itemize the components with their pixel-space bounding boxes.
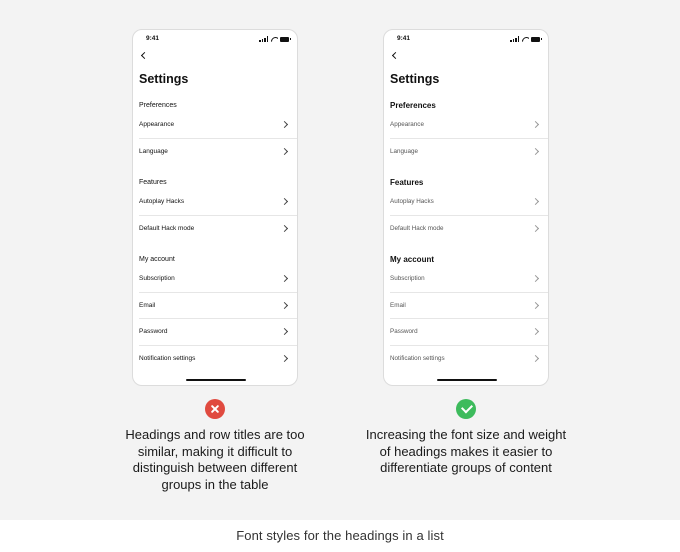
row-label: Appearance: [390, 121, 424, 128]
chevron-right-icon: [533, 225, 540, 232]
home-indicator: [437, 378, 497, 381]
home-indicator: [186, 378, 246, 381]
chevron-right-icon: [533, 355, 540, 362]
section-heading-my-account: My account: [390, 255, 435, 264]
section-heading-features: Features: [139, 179, 167, 186]
good-example-description: Increasing the font size and weight of h…: [362, 427, 570, 477]
description-line: Headings and row titles are too: [125, 427, 305, 442]
status-bar: 9:41: [384, 35, 548, 45]
list-item-password[interactable]: Password: [390, 319, 548, 346]
list-item-notification-settings[interactable]: Notification settings: [139, 346, 297, 373]
page-title: Settings: [390, 72, 440, 86]
list-item-default-hack-mode[interactable]: Default Hack mode: [139, 216, 297, 243]
row-label: Appearance: [139, 121, 175, 128]
row-label: Language: [390, 147, 419, 155]
chevron-right-icon: [282, 275, 289, 282]
section-heading-preferences: Preferences: [390, 101, 436, 110]
chevron-right-icon: [282, 148, 289, 155]
signal-icon: [259, 36, 269, 42]
row-label: Language: [139, 147, 168, 155]
battery-icon: [531, 36, 542, 42]
row-label: Default Hack mode: [139, 224, 195, 232]
list-item-email[interactable]: Email: [390, 293, 548, 319]
list-item-subscription[interactable]: Subscription: [139, 266, 297, 293]
list-item-autoplay-hacks[interactable]: Autoplay Hacks: [390, 189, 548, 216]
description-line: groups in the table: [161, 476, 269, 492]
status-icons: [510, 36, 542, 42]
chevron-right-icon: [282, 355, 289, 362]
list-item-default-hack-mode[interactable]: Default Hack mode: [390, 216, 548, 243]
row-label: Autoplay Hacks: [390, 198, 434, 205]
list-item-subscription[interactable]: Subscription: [390, 266, 548, 293]
phone-mockup-bad: 9:41 Settings Preferences Appearance Lan…: [132, 29, 298, 386]
back-chevron-icon[interactable]: [140, 52, 148, 60]
list-item-notification-settings[interactable]: Notification settings: [390, 346, 548, 373]
chevron-right-icon: [282, 328, 289, 335]
section-heading-preferences: Preferences: [139, 102, 177, 109]
bad-example-description: Headings and row titles are too similar,…: [115, 427, 315, 493]
status-time: 9:41: [397, 35, 411, 42]
status-icons: [259, 36, 291, 42]
check-icon: [456, 399, 476, 419]
chevron-right-icon: [282, 225, 289, 232]
chevron-right-icon: [282, 302, 289, 309]
chevron-right-icon: [533, 275, 540, 282]
chevron-right-icon: [533, 121, 540, 128]
row-label: Subscription: [390, 275, 425, 282]
chevron-right-icon: [282, 121, 289, 128]
row-label: Password: [139, 328, 168, 335]
list-item-autoplay-hacks[interactable]: Autoplay Hacks: [139, 189, 297, 216]
settings-list: Preferences Appearance Language Features…: [133, 100, 297, 373]
list-item-appearance[interactable]: Appearance: [390, 112, 548, 139]
description-line: Increasing the font size and weight: [365, 427, 567, 442]
section-heading-features: Features: [390, 178, 424, 187]
illustration-canvas: 9:41 Settings Preferences Appearance Lan…: [0, 0, 680, 520]
description-line: differentiate groups of content: [380, 460, 552, 475]
row-label: Password: [390, 328, 418, 335]
status-bar: 9:41: [133, 35, 297, 45]
list-item-language[interactable]: Language: [139, 139, 297, 166]
list-item-language[interactable]: Language: [390, 139, 548, 166]
row-label: Notification settings: [390, 354, 445, 362]
row-label: Notification settings: [139, 354, 196, 362]
chevron-right-icon: [533, 302, 540, 309]
cross-icon: [205, 399, 225, 419]
page-title: Settings: [139, 72, 189, 86]
description-line: of headings makes it easier to: [379, 443, 553, 459]
back-chevron-icon[interactable]: [391, 52, 399, 60]
chevron-right-icon: [533, 198, 540, 205]
wifi-icon: [522, 36, 529, 42]
list-item-email[interactable]: Email: [139, 293, 297, 319]
description-line: distinguish between different: [132, 460, 298, 475]
description-line: similar, making it difficult to: [137, 443, 293, 459]
row-label: Email: [390, 301, 406, 309]
list-item-password[interactable]: Password: [139, 319, 297, 346]
signal-icon: [510, 36, 520, 42]
row-label: Subscription: [139, 275, 175, 282]
phone-mockup-good: 9:41 Settings Preferences Appearance Lan…: [383, 29, 549, 386]
wifi-icon: [271, 36, 278, 42]
chevron-right-icon: [533, 328, 540, 335]
battery-icon: [280, 36, 291, 42]
row-label: Default Hack mode: [390, 224, 444, 232]
row-label: Email: [139, 301, 156, 309]
settings-list: Preferences Appearance Language Features…: [384, 100, 548, 373]
chevron-right-icon: [282, 198, 289, 205]
section-heading-my-account: My account: [139, 256, 175, 263]
status-time: 9:41: [146, 35, 160, 42]
row-label: Autoplay Hacks: [139, 198, 185, 205]
list-item-appearance[interactable]: Appearance: [139, 112, 297, 139]
figure-caption: Font styles for the headings in a list: [0, 520, 680, 552]
chevron-right-icon: [533, 148, 540, 155]
